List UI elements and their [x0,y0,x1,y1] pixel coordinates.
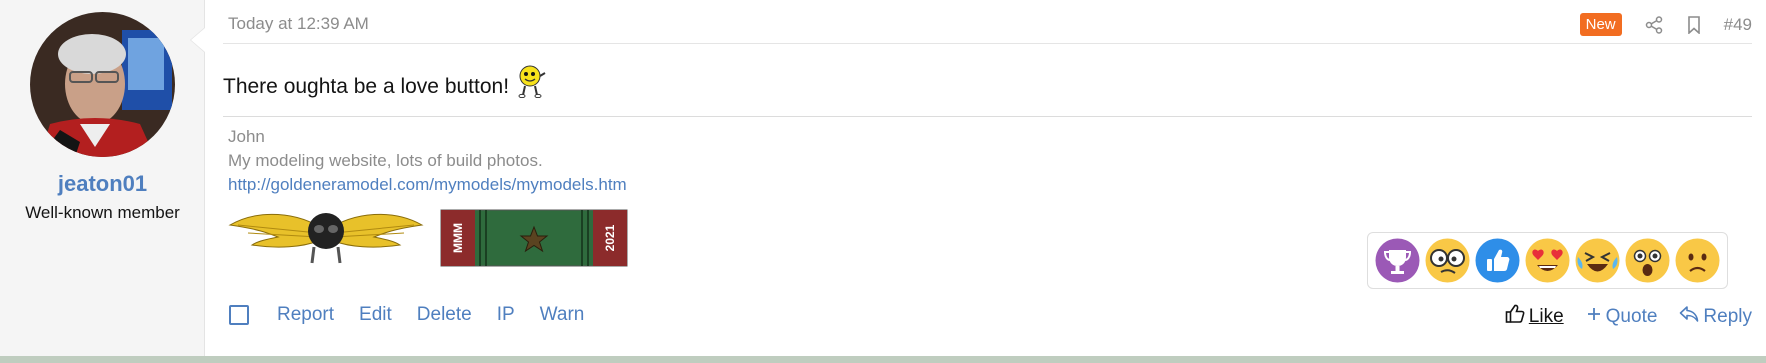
ribbon-text-right: 2021 [603,224,617,251]
astonished-emoji[interactable] [1624,237,1671,284]
delete-link[interactable]: Delete [417,304,472,326]
service-ribbon: MMM 2021 [440,209,628,267]
thumbs-up-icon [1505,304,1529,330]
ip-link[interactable]: IP [497,304,515,326]
plus-icon [1586,306,1606,328]
message-header: Today at 12:39 AM New #49 [223,0,1752,44]
laughing-emoji[interactable] [1574,237,1621,284]
bookmark-icon[interactable] [1684,15,1704,35]
report-link[interactable]: Report [277,304,334,326]
username[interactable]: jeaton01 [0,171,205,197]
post-number[interactable]: #49 [1724,15,1752,35]
message-post: jeaton01 Well-known member Today at 12:3… [0,0,1766,356]
quote-label: Quote [1605,306,1658,327]
signature-name: John [228,127,265,146]
signature-link[interactable]: http://goldeneramodel.com/mymodels/mymod… [228,173,1752,197]
message-body: There oughta be a love button! [223,65,547,104]
edit-link[interactable]: Edit [359,304,392,326]
trophy-icon[interactable] [1374,237,1421,284]
quote-button[interactable]: Quote [1586,306,1658,328]
message-text: There oughta be a love button! [223,75,510,98]
new-badge: New [1579,13,1622,36]
message-footer: Report Edit Delete IP Warn Like Quote Re… [223,298,1752,338]
signature-description: My modeling website, lots of build photo… [228,151,543,170]
like-icon[interactable] [1474,237,1521,284]
confused-emoji[interactable] [1424,237,1471,284]
share-icon[interactable] [1644,15,1664,35]
reply-icon [1679,305,1703,329]
reactions-bar [1367,232,1728,289]
reply-button[interactable]: Reply [1679,305,1752,329]
post-date[interactable]: Today at 12:39 AM [228,14,369,34]
user-title: Well-known member [25,203,180,222]
bottom-border [0,356,1766,363]
message-main: Today at 12:39 AM New #49 There oughta b… [205,0,1766,356]
warn-link[interactable]: Warn [540,304,585,326]
smiley-icon [515,64,547,104]
like-label: Like [1528,306,1564,327]
user-cell: jeaton01 Well-known member [0,0,205,356]
reply-label: Reply [1703,306,1752,327]
ribbon-text-left: MMM [451,222,465,253]
like-button[interactable]: Like [1505,304,1564,330]
select-checkbox[interactable] [229,305,249,325]
pilot-wings-badge [228,203,424,272]
heart-eyes-emoji[interactable] [1524,237,1571,284]
sad-emoji[interactable] [1674,237,1721,284]
avatar[interactable] [30,12,175,157]
